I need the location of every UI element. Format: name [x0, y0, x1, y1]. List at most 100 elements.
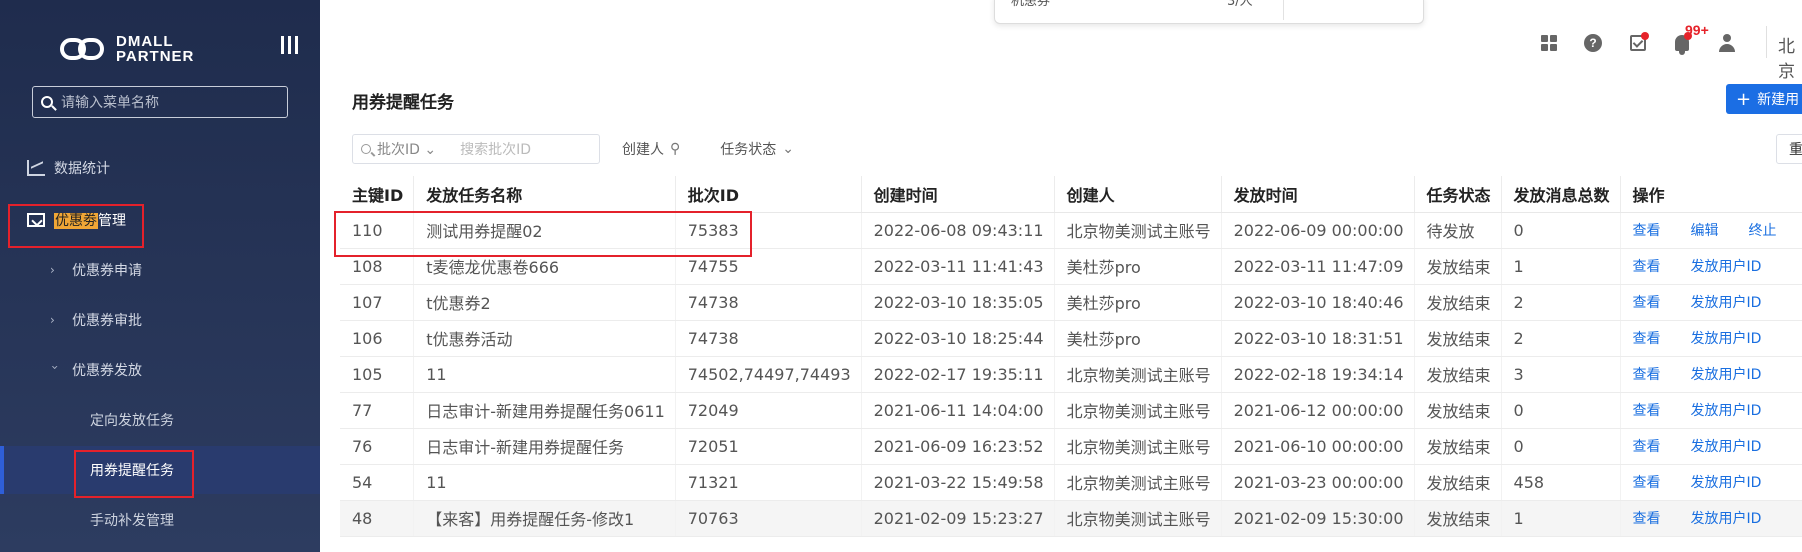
- action-link-0[interactable]: 查看: [1633, 403, 1661, 419]
- cell-creator: 北京物美测试主账号: [1054, 464, 1222, 501]
- action-link-0[interactable]: 查看: [1633, 439, 1661, 455]
- action-link-0[interactable]: 查看: [1633, 475, 1661, 491]
- action-link-1[interactable]: 发放用户ID: [1691, 475, 1762, 491]
- cell-count: 2: [1501, 320, 1621, 357]
- action-link-2[interactable]: 终止: [1749, 223, 1777, 239]
- action-link-0[interactable]: 查看: [1633, 331, 1661, 347]
- col-actions: 操作: [1620, 176, 1802, 213]
- action-link-1[interactable]: 发放用户ID: [1691, 367, 1762, 383]
- batch-search-input[interactable]: 批次ID ⌄ 搜索批次ID: [352, 134, 600, 164]
- action-link-1[interactable]: 发放用户ID: [1691, 403, 1762, 419]
- help-icon[interactable]: ?: [1582, 32, 1604, 54]
- cell-actions: 查看 发放用户ID: [1620, 248, 1802, 285]
- cell-status: 发放结束: [1414, 284, 1502, 321]
- cell-id: 77: [340, 392, 415, 429]
- status-filter[interactable]: 任务状态 ⌄: [720, 139, 794, 159]
- menu-toggle-icon[interactable]: [281, 36, 298, 54]
- cell-batch: 74738: [675, 320, 862, 357]
- cell-send_time: 2021-02-09 15:30:00: [1221, 500, 1415, 537]
- cell-id: 106: [340, 320, 415, 357]
- col-id[interactable]: 主键ID: [340, 176, 415, 213]
- sidebar-item-coupon-issue[interactable]: › 优惠券发放: [0, 346, 320, 394]
- cell-actions: 查看 发放用户ID: [1620, 464, 1802, 501]
- cell-creator: 北京物美测试主账号: [1054, 212, 1222, 249]
- action-link-0[interactable]: 查看: [1633, 259, 1661, 275]
- col-creator[interactable]: 创建人: [1054, 176, 1222, 213]
- col-name[interactable]: 发放任务名称: [413, 176, 676, 213]
- sidebar-item-targeted-issue[interactable]: 定向发放任务: [0, 396, 320, 444]
- sidebar-item-coupon-management[interactable]: 优惠劵管理: [0, 196, 320, 244]
- cell-creator: 美杜莎pro: [1054, 284, 1222, 321]
- cell-creator: 北京物美测试主账号: [1054, 500, 1222, 537]
- chevron-right-icon: ›: [50, 263, 55, 277]
- cell-actions: 查看 发放用户ID: [1620, 356, 1802, 393]
- city-selector[interactable]: 北京: [1778, 32, 1802, 82]
- action-link-1[interactable]: 发放用户ID: [1691, 295, 1762, 311]
- chart-icon: [26, 159, 46, 177]
- cell-send_time: 2022-06-09 00:00:00: [1221, 212, 1415, 249]
- apps-grid-icon[interactable]: [1538, 32, 1560, 54]
- search-icon: ⚲: [670, 141, 681, 157]
- cell-actions: 查看 发放用户ID: [1620, 500, 1802, 537]
- cell-creator: 北京物美测试主账号: [1054, 356, 1222, 393]
- cell-name: t麦德龙优惠卷666: [413, 248, 676, 285]
- action-link-0[interactable]: 查看: [1633, 223, 1661, 239]
- cell-id: 76: [340, 428, 415, 465]
- logo[interactable]: DMALL PARTNER: [60, 34, 194, 64]
- user-icon[interactable]: [1716, 32, 1738, 54]
- cell-batch: 75383: [675, 212, 862, 249]
- cell-send_time: 2021-06-12 00:00:00: [1221, 392, 1415, 429]
- app-root: DMALL PARTNER 请输入菜单名称 数据统计 优惠劵管理 › 优惠券申请…: [0, 0, 1802, 552]
- cell-count: 0: [1501, 212, 1621, 249]
- cell-status: 发放结束: [1414, 248, 1502, 285]
- notification-badge: 99+: [1685, 22, 1709, 38]
- todo-icon[interactable]: [1627, 32, 1649, 54]
- col-send-time[interactable]: 发放时间: [1221, 176, 1415, 213]
- cell-id: 108: [340, 248, 415, 285]
- col-created[interactable]: 创建时间: [861, 176, 1055, 213]
- cell-name: 11: [413, 356, 676, 393]
- chevron-right-icon: ›: [50, 313, 55, 327]
- sidebar-item-label: 管理: [98, 213, 126, 229]
- batch-type-select[interactable]: 批次ID ⌄: [377, 139, 436, 159]
- reset-button[interactable]: 重: [1776, 134, 1802, 164]
- cell-id: 54: [340, 464, 415, 501]
- filter-bar: 批次ID ⌄ 搜索批次ID 创建人 ⚲ 任务状态 ⌄: [352, 134, 794, 164]
- cell-count: 458: [1501, 464, 1621, 501]
- col-count[interactable]: 发放消息总数: [1501, 176, 1621, 213]
- table-row: 48 【来客】用券提醒任务-修改1 70763 2021-02-09 15:23:27…: [340, 500, 1802, 537]
- action-link-1[interactable]: 发放用户ID: [1691, 511, 1762, 527]
- sidebar-item-statistics[interactable]: 数据统计: [0, 144, 320, 192]
- sidebar-item-coupon-apply[interactable]: › 优惠券申请: [0, 246, 320, 294]
- action-link-0[interactable]: 查看: [1633, 295, 1661, 311]
- cell-name: 测试用券提醒02: [413, 212, 676, 249]
- action-link-0[interactable]: 查看: [1633, 367, 1661, 383]
- table-row: 76 日志审计-新建用券提醒任务 72051 2021-06-09 16:23:52 北…: [340, 428, 1802, 465]
- search-icon: [41, 96, 53, 108]
- cell-actions: 查看 发放用户ID: [1620, 284, 1802, 321]
- action-link-1[interactable]: 编辑: [1691, 223, 1719, 239]
- sidebar-item-coupon-approval[interactable]: › 优惠券审批: [0, 296, 320, 344]
- cell-id: 107: [340, 284, 415, 321]
- action-link-1[interactable]: 发放用户ID: [1691, 331, 1762, 347]
- table-body: 110 测试用券提醒02 75383 2022-06-08 09:43:11 北京物美测…: [340, 212, 1802, 537]
- dropdown-popup-fragment: 机患券 3/人: [994, 0, 1424, 24]
- action-link-1[interactable]: 发放用户ID: [1691, 439, 1762, 455]
- action-link-0[interactable]: 查看: [1633, 511, 1661, 527]
- table-row: 105 11 74502,74497,74493 2022-02-17 19:35:1…: [340, 356, 1802, 393]
- sidebar-item-manual-reissue[interactable]: 手动补发管理: [0, 496, 320, 544]
- cell-name: 日志审计-新建用券提醒任务: [413, 428, 676, 465]
- sidebar-item-usage-reminder[interactable]: 用券提醒任务: [0, 446, 320, 494]
- creator-filter[interactable]: 创建人 ⚲: [622, 139, 680, 159]
- cell-name: t优惠券活动: [413, 320, 676, 357]
- menu-search-input[interactable]: 请输入菜单名称: [32, 86, 288, 118]
- cell-actions: 查看 发放用户ID: [1620, 320, 1802, 357]
- new-task-button[interactable]: + 新建用: [1726, 84, 1802, 114]
- cell-send_time: 2022-03-10 18:40:46: [1221, 284, 1415, 321]
- cell-send_time: 2022-02-18 19:34:14: [1221, 356, 1415, 393]
- action-link-1[interactable]: 发放用户ID: [1691, 259, 1762, 275]
- cell-name: 日志审计-新建用券提醒任务0611: [413, 392, 676, 429]
- cell-send_time: 2021-06-10 00:00:00: [1221, 428, 1415, 465]
- col-status[interactable]: 任务状态: [1414, 176, 1502, 213]
- col-batch[interactable]: 批次ID: [675, 176, 862, 213]
